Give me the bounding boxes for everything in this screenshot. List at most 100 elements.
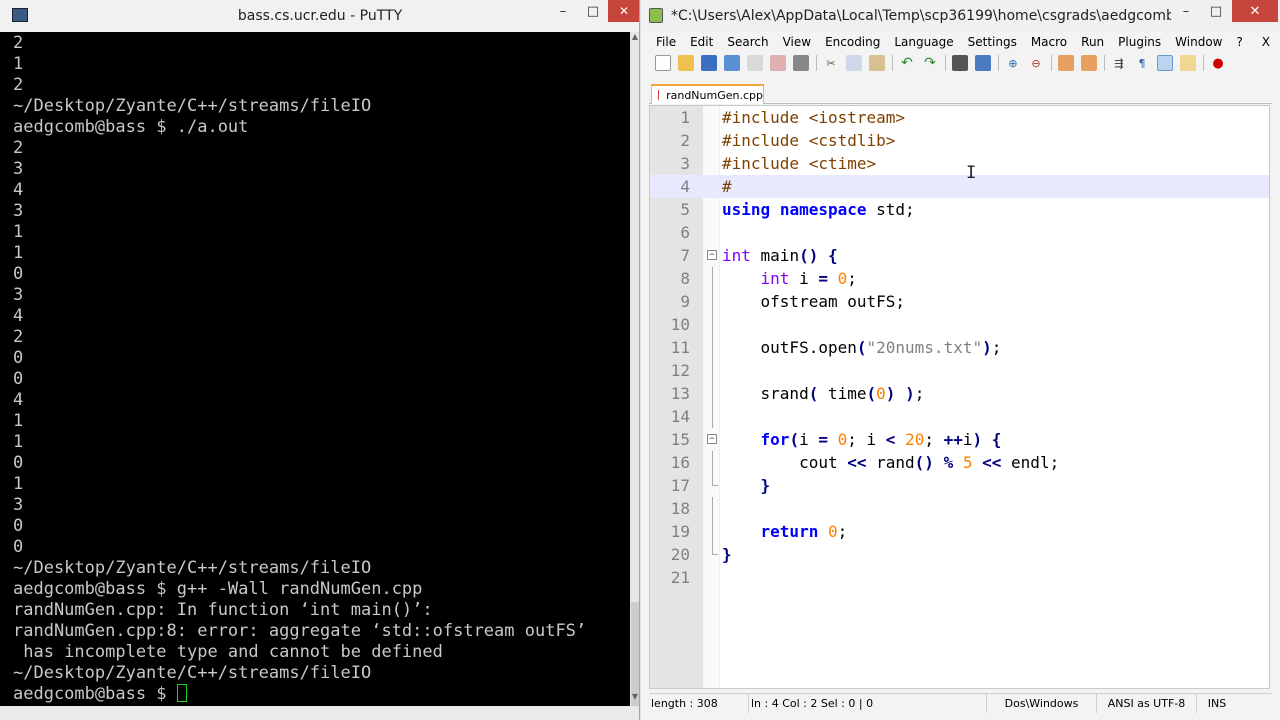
code-line[interactable]: 10: [650, 313, 1269, 336]
maximize-icon[interactable]: □: [578, 0, 608, 22]
menu-view[interactable]: View: [776, 35, 818, 49]
cut-icon[interactable]: ✂: [823, 55, 839, 71]
menu-window[interactable]: Window: [1168, 35, 1229, 49]
paste-icon[interactable]: [869, 55, 885, 71]
terminal-output[interactable]: 2 1 2 ~/Desktop/Zyante/C++/streams/fileIO ae…: [0, 32, 630, 706]
scroll-down-icon[interactable]: ▼: [630, 692, 639, 706]
sync-vertical-icon[interactable]: [1058, 55, 1074, 71]
terminal-prompt[interactable]: aedgcomb@bass $: [13, 684, 630, 705]
zoom-in-icon[interactable]: ⊕: [1005, 55, 1021, 71]
code-token: %: [943, 453, 954, 472]
menu-search[interactable]: Search: [720, 35, 775, 49]
menu-macro[interactable]: Macro: [1024, 35, 1074, 49]
copy-icon[interactable]: [846, 55, 862, 71]
code-line[interactable]: 16 cout << rand() % 5 << endl;: [650, 451, 1269, 474]
code-line[interactable]: 11 outFS.open("20nums.txt");: [650, 336, 1269, 359]
save-icon[interactable]: [701, 55, 717, 71]
terminal-line: 3: [13, 201, 24, 221]
menu-plugins[interactable]: Plugins: [1111, 35, 1168, 49]
undo-icon[interactable]: ↶: [899, 55, 915, 71]
minimize-icon[interactable]: –: [1171, 0, 1201, 22]
code-editor[interactable]: 1 #include <iostream> 2 #include <cstdlib> 3…: [649, 105, 1270, 689]
putty-titlebar[interactable]: bass.cs.ucr.edu - PuTTY – □ ✕: [0, 0, 639, 32]
code-line[interactable]: 13 srand( time(0) );: [650, 382, 1269, 405]
terminal-line: ~/Desktop/Zyante/C++/streams/fileIO: [13, 558, 372, 578]
npp-titlebar[interactable]: *C:\Users\Alex\AppData\Local\Temp\scp361…: [641, 0, 1280, 32]
code-text: return 0;: [722, 520, 848, 543]
tab-randnumgen[interactable]: randNumGen.cpp: [651, 84, 764, 104]
replace-icon[interactable]: [975, 55, 991, 71]
indent-guide-icon[interactable]: [1157, 55, 1173, 71]
fold-toggle-icon[interactable]: −: [707, 250, 717, 260]
code-line[interactable]: 8 int i = 0;: [650, 267, 1269, 290]
code-line[interactable]: 4 #: [650, 175, 1269, 198]
code-line[interactable]: 20}: [650, 543, 1269, 566]
menu-edit[interactable]: Edit: [683, 35, 720, 49]
new-file-icon[interactable]: [655, 55, 671, 71]
save-all-icon[interactable]: [724, 55, 740, 71]
close-file-icon[interactable]: [747, 55, 763, 71]
close-icon[interactable]: ✕: [608, 0, 639, 22]
print-icon[interactable]: [793, 55, 809, 71]
status-encoding: ANSI as UTF-8: [1097, 694, 1197, 713]
code-token: {: [991, 430, 1002, 449]
line-number: 12: [670, 361, 690, 380]
code-token: ): [972, 430, 983, 449]
menu-run[interactable]: Run: [1074, 35, 1111, 49]
close-icon[interactable]: ✕: [1232, 0, 1278, 22]
code-token: std;: [866, 200, 915, 219]
code-token: }: [722, 545, 732, 564]
menu-bar: File Edit Search View Encoding Language …: [649, 32, 1280, 52]
terminal-scrollbar[interactable]: ▲ ▼: [630, 32, 639, 706]
word-wrap-icon[interactable]: ⇶: [1111, 55, 1127, 71]
close-all-icon[interactable]: [770, 55, 786, 71]
code-line[interactable]: 5 using namespace std;: [650, 198, 1269, 221]
record-macro-icon[interactable]: ●: [1210, 55, 1226, 71]
menu-close-icon[interactable]: X: [1255, 35, 1280, 49]
code-token: ): [982, 338, 992, 357]
code-line[interactable]: 15− for(i = 0; i < 20; ++i) {: [650, 428, 1269, 451]
code-line[interactable]: 21: [650, 566, 1269, 589]
code-line[interactable]: 19 return 0;: [650, 520, 1269, 543]
line-number: 8: [680, 269, 690, 288]
code-area[interactable]: 1 #include <iostream> 2 #include <cstdlib> 3…: [650, 106, 1269, 589]
menu-help[interactable]: ?: [1229, 35, 1249, 49]
line-number: 11: [670, 338, 690, 357]
npp-app-icon[interactable]: [649, 8, 663, 23]
menu-language[interactable]: Language: [887, 35, 960, 49]
terminal-line: 1: [13, 411, 24, 431]
menu-encoding[interactable]: Encoding: [818, 35, 887, 49]
code-line[interactable]: 9 ofstream outFS;: [650, 290, 1269, 313]
code-line[interactable]: 18: [650, 497, 1269, 520]
sync-horizontal-icon[interactable]: [1081, 55, 1097, 71]
doc-map-icon[interactable]: [1180, 55, 1196, 71]
code-line[interactable]: 3 #include <ctime>: [650, 152, 1269, 175]
code-line[interactable]: 12: [650, 359, 1269, 382]
code-token: ; i: [847, 430, 886, 449]
fold-end-marker: [712, 474, 718, 486]
code-line[interactable]: 17 }: [650, 474, 1269, 497]
code-line[interactable]: 7 − int main() {: [650, 244, 1269, 267]
maximize-icon[interactable]: □: [1201, 0, 1231, 22]
find-icon[interactable]: [952, 55, 968, 71]
code-line[interactable]: 2 #include <cstdlib>: [650, 129, 1269, 152]
menu-settings[interactable]: Settings: [961, 35, 1024, 49]
minimize-icon[interactable]: –: [548, 0, 578, 22]
code-line[interactable]: 14: [650, 405, 1269, 428]
code-text: cout << rand() % 5 << endl;: [722, 451, 1059, 474]
show-all-chars-icon[interactable]: ¶: [1134, 55, 1150, 71]
fold-toggle-icon[interactable]: −: [707, 434, 717, 444]
scroll-up-icon[interactable]: ▲: [630, 32, 639, 46]
code-token: #include <iostream>: [722, 108, 906, 127]
open-file-icon[interactable]: [678, 55, 694, 71]
zoom-out-icon[interactable]: ⊖: [1028, 55, 1044, 71]
code-line[interactable]: 1 #include <iostream>: [650, 106, 1269, 129]
menu-file[interactable]: File: [649, 35, 683, 49]
code-line[interactable]: 6: [650, 221, 1269, 244]
code-token: srand: [722, 384, 809, 403]
scrollbar-thumb[interactable]: [631, 602, 639, 706]
redo-icon[interactable]: ↷: [922, 55, 938, 71]
